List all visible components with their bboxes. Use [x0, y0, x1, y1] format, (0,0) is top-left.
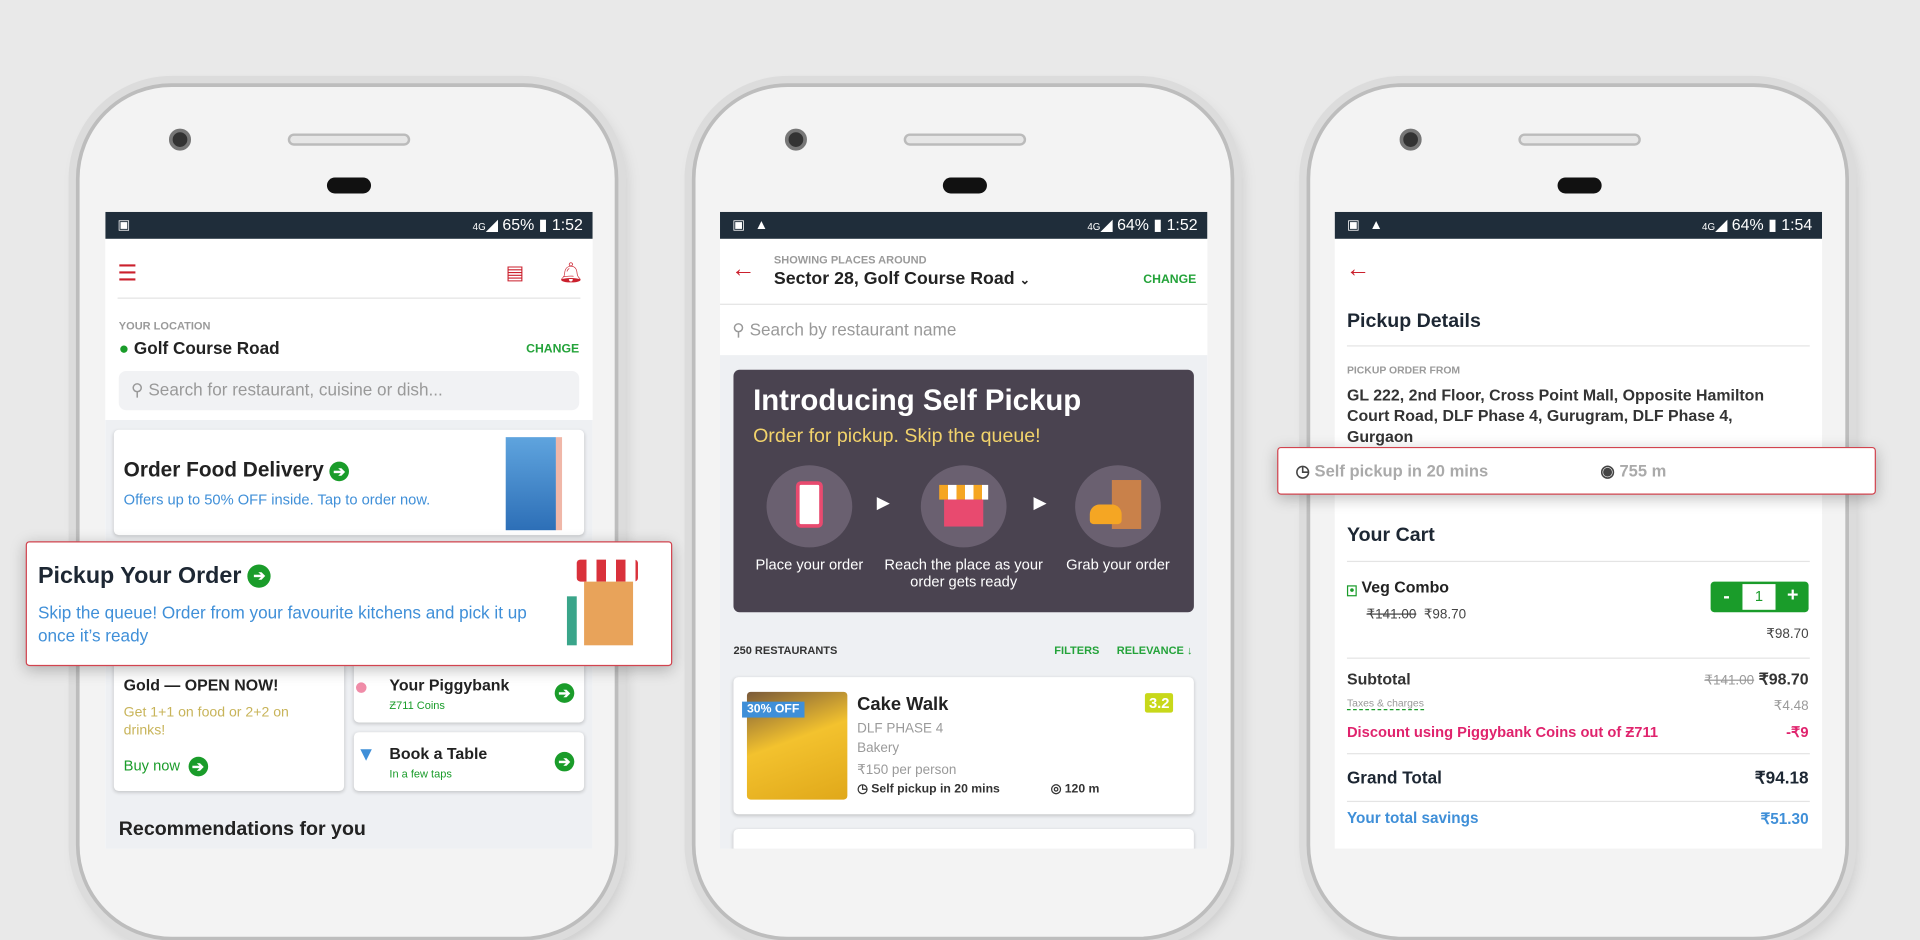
camera: [168, 128, 192, 151]
page-title: Pickup Details: [1346, 311, 1481, 332]
arrow-icon: ➔: [188, 756, 208, 777]
pickup-details-screen: ▣▲ 4G◢ 64% ▮ 1:54 ← Pickup Details PICKUP…: [1334, 211, 1823, 849]
filters-button[interactable]: FILTERS: [1054, 644, 1099, 656]
notification-bell-icon[interactable]: 🔔︎: [558, 261, 583, 285]
menu-icon[interactable]: ☰: [118, 261, 138, 287]
status-bar: ▣▲ 4G◢ 64% ▮ 1:52: [720, 211, 1208, 239]
search-icon: ⚲: [732, 319, 745, 340]
status-bar: ▣▲ 4G◢ 64% ▮ 1:54: [1334, 211, 1823, 239]
back-arrow-icon[interactable]: ←: [731, 256, 755, 284]
clock-icon: ◷: [857, 782, 868, 796]
arrow-icon: ➔: [247, 565, 272, 589]
restaurant-card[interactable]: 30% OFF Cake Walk 3.2 DLF PHASE 4 Bakery…: [733, 677, 1194, 815]
store-icon: [920, 465, 1007, 548]
status-bar: ▣ 4G◢ 65% ▮ 1:52: [105, 211, 593, 239]
earpiece: [326, 177, 372, 194]
clock-icon: ◷: [1295, 461, 1310, 481]
table-icon: ▼: [356, 744, 376, 766]
home-screen: ▣ 4G◢ 65% ▮ 1:52 ☰ ▤ 🔔︎ YOUR LOCATION ● G…: [105, 211, 593, 849]
food-bag-icon: [1075, 465, 1161, 548]
location-dropdown[interactable]: Sector 28, Golf Course Road ⌄: [774, 269, 1030, 289]
buy-now-link[interactable]: Buy now ➔: [124, 756, 208, 777]
search-input[interactable]: ⚲ Search by restaurant name: [732, 320, 956, 341]
location-pin-icon: ◎: [1050, 782, 1062, 796]
self-pickup-banner[interactable]: Introducing Self Pickup Order for pickup…: [733, 369, 1194, 613]
increase-button[interactable]: +: [1777, 585, 1809, 607]
showing-label: SHOWING PLACES AROUND: [773, 253, 927, 266]
delivery-illustration: [505, 437, 563, 531]
location-pin-icon: ●: [118, 337, 130, 358]
play-arrow-icon: ▶: [876, 492, 890, 512]
change-location-button[interactable]: CHANGE: [526, 343, 579, 356]
piggybank-icon: ●: [353, 673, 369, 701]
arrow-icon: ➔: [554, 751, 575, 772]
quantity-stepper[interactable]: - 1 +: [1710, 581, 1809, 613]
gold-card[interactable]: Gold — OPEN NOW! Get 1+1 on food or 2+2 …: [113, 661, 345, 792]
phone-order-icon: [766, 465, 853, 548]
quantity-value[interactable]: 1: [1742, 584, 1776, 610]
speaker: [287, 133, 411, 146]
order-delivery-card[interactable]: Order Food Delivery ➔ Offers up to 50% O…: [113, 429, 585, 536]
arrow-icon: ➔: [329, 461, 350, 481]
arrow-icon: ➔: [554, 683, 575, 703]
recommendations-heading: Recommendations for you: [118, 819, 366, 841]
location-pin-icon: ◉: [1600, 461, 1615, 481]
pickup-order-callout[interactable]: Pickup Your Order ➔ Skip the queue! Orde…: [25, 541, 673, 667]
chevron-down-icon: ⌄: [1019, 274, 1030, 288]
restaurant-count: 250 RESTAURANTS: [733, 644, 838, 657]
restaurant-card[interactable]: [733, 828, 1194, 849]
self-pickup-list-screen: ▣▲ 4G◢ 64% ▮ 1:52 ← SHOWING PLACES AROUND…: [720, 211, 1208, 849]
play-arrow-icon: ▶: [1033, 492, 1047, 512]
piggybank-card[interactable]: ● Your Piggybank Ƶ711 Coins ➔: [353, 661, 585, 723]
search-icon: ⚲: [131, 379, 144, 400]
rating-badge: 3.2: [1145, 693, 1174, 713]
search-input[interactable]: ⚲ Search for restaurant, cuisine or dish…: [118, 371, 580, 411]
taxes-link[interactable]: Taxes & charges: [1346, 697, 1424, 711]
orders-icon[interactable]: ▤: [506, 261, 525, 285]
change-location-button[interactable]: CHANGE: [1143, 273, 1196, 286]
location-label: YOUR LOCATION: [118, 319, 211, 332]
pickup-address: GL 222, 2nd Floor, Cross Point Mall, Opp…: [1346, 385, 1765, 446]
pickup-time-distance-callout: ◷ Self pickup in 20 mins ◉ 755 m: [1277, 446, 1876, 495]
location-selector[interactable]: ● Golf Course Road: [119, 338, 280, 358]
sort-relevance-button[interactable]: RELEVANCE ↓: [1117, 644, 1193, 656]
storefront-illustration: [566, 559, 638, 648]
book-table-card[interactable]: ▼ Book a Table In a few taps ➔: [353, 732, 585, 792]
decrease-button[interactable]: -: [1711, 587, 1743, 609]
back-arrow-icon[interactable]: ←: [1346, 256, 1370, 284]
offer-badge: 30% OFF: [742, 701, 805, 718]
veg-icon: ●: [1346, 585, 1358, 597]
